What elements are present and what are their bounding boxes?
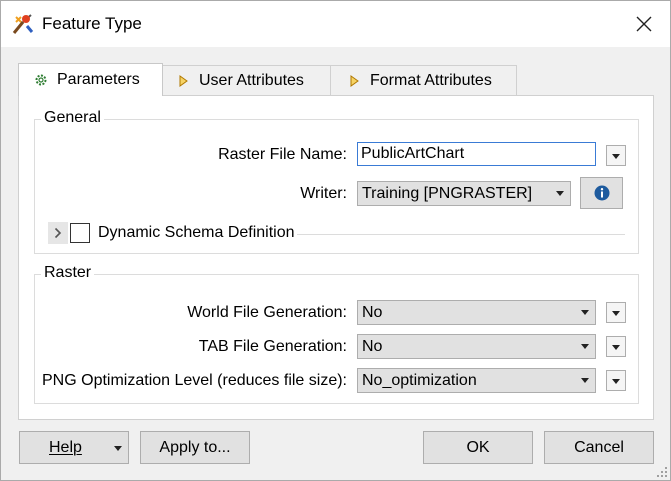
title-bar: Feature Type (1, 1, 670, 47)
raster-group: Raster World File Generation: No TAB Fil… (34, 264, 639, 404)
divider (297, 234, 625, 235)
tab-file-label: TAB File Generation: (198, 338, 347, 355)
raster-file-name-label: Raster File Name: (218, 146, 347, 163)
cancel-button[interactable]: Cancel (544, 431, 654, 464)
tab-file-dropdown[interactable] (606, 336, 626, 357)
general-legend: General (41, 109, 104, 127)
cancel-label: Cancel (574, 438, 624, 456)
world-file-value: No (362, 304, 383, 321)
resize-grip-icon[interactable] (654, 464, 668, 478)
tab-file-select[interactable]: No (357, 334, 596, 359)
arrow-right-icon (178, 74, 190, 88)
close-button[interactable] (621, 7, 667, 41)
writer-select[interactable]: Training [PNGRASTER] (357, 181, 571, 206)
window-title: Feature Type (42, 14, 142, 33)
apply-to-button[interactable]: Apply to... (140, 431, 250, 464)
feature-type-dialog: Feature Type Parameters User Attributes (0, 0, 671, 481)
apply-to-label: Apply to... (159, 438, 231, 456)
tab-user-attributes[interactable]: User Attributes (162, 65, 331, 95)
png-optimization-select[interactable]: No_optimization (357, 368, 596, 393)
help-button[interactable]: Help (19, 431, 129, 464)
ok-label: OK (466, 438, 490, 456)
dynamic-schema-expander[interactable] (48, 222, 68, 244)
chevron-right-icon (54, 227, 62, 239)
dynamic-schema-label: Dynamic Schema Definition (98, 224, 295, 241)
writer-label: Writer: (300, 185, 347, 202)
png-optimization-value: No_optimization (362, 372, 477, 389)
world-file-label: World File Generation: (187, 304, 347, 321)
app-logo-icon (12, 14, 34, 34)
ok-button[interactable]: OK (423, 431, 533, 464)
raster-file-name-dropdown[interactable] (606, 145, 626, 166)
dynamic-schema-checkbox[interactable] (70, 223, 90, 243)
tab-label: User Attributes (199, 71, 304, 89)
raster-file-name-input[interactable]: PublicArtChart (357, 142, 596, 166)
png-optimization-dropdown[interactable] (606, 370, 626, 391)
tab-file-value: No (362, 338, 383, 355)
general-group: General Raster File Name: PublicArtChart… (34, 109, 639, 254)
chevron-down-icon (114, 446, 122, 451)
close-icon (636, 16, 652, 32)
png-optimization-label: PNG Optimization Level (reduces file siz… (42, 372, 347, 389)
help-label: Help (49, 438, 82, 456)
raster-legend: Raster (41, 264, 95, 282)
parameters-panel: General Raster File Name: PublicArtChart… (18, 95, 654, 420)
tab-format-attributes[interactable]: Format Attributes (330, 65, 517, 95)
tab-label: Parameters (57, 71, 140, 88)
world-file-select[interactable]: No (357, 300, 596, 325)
writer-value: Training [PNGRASTER] (362, 185, 533, 202)
tab-label: Format Attributes (370, 71, 492, 89)
info-icon (594, 185, 609, 201)
world-file-dropdown[interactable] (606, 302, 626, 323)
arrow-right-icon (349, 74, 361, 88)
writer-info-button[interactable] (580, 177, 623, 209)
tab-parameters[interactable]: Parameters (18, 63, 163, 96)
gear-icon (34, 73, 48, 87)
